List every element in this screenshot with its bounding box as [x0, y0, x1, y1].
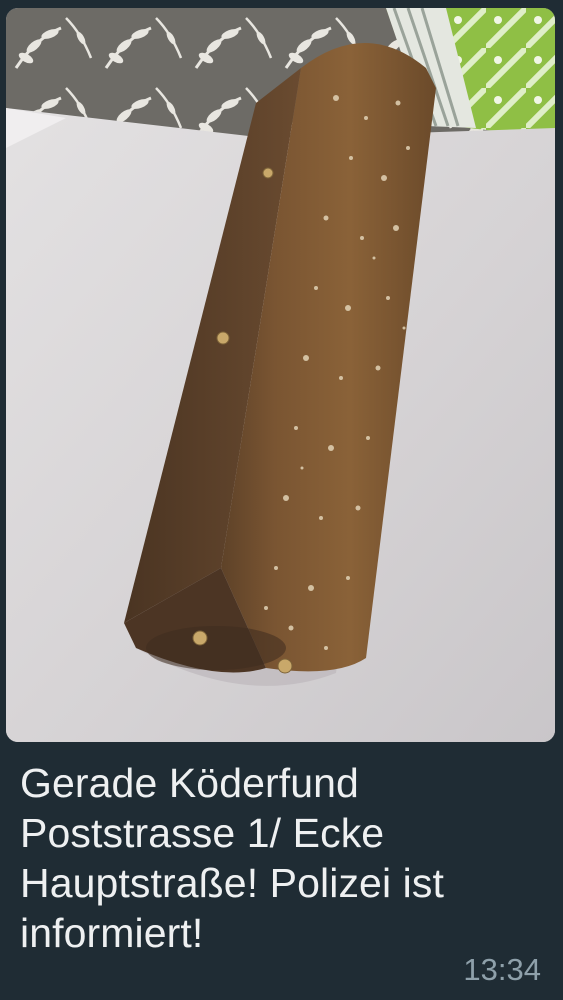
caption-line: informiert!: [20, 910, 204, 956]
message-photo[interactable]: [6, 8, 555, 742]
caption-line: Poststrasse 1/ Ecke: [20, 810, 385, 856]
bait-bar-photo: [6, 8, 555, 742]
message-timestamp: 13:34: [463, 952, 541, 987]
message-bubble[interactable]: Gerade Köderfund Poststrasse 1/ Ecke Hau…: [0, 0, 563, 1000]
message-caption: Gerade Köderfund Poststrasse 1/ Ecke Hau…: [20, 758, 460, 958]
caption-line: Gerade Köderfund: [20, 760, 359, 806]
caption-line: Hauptstraße! Polizei ist: [20, 860, 444, 906]
